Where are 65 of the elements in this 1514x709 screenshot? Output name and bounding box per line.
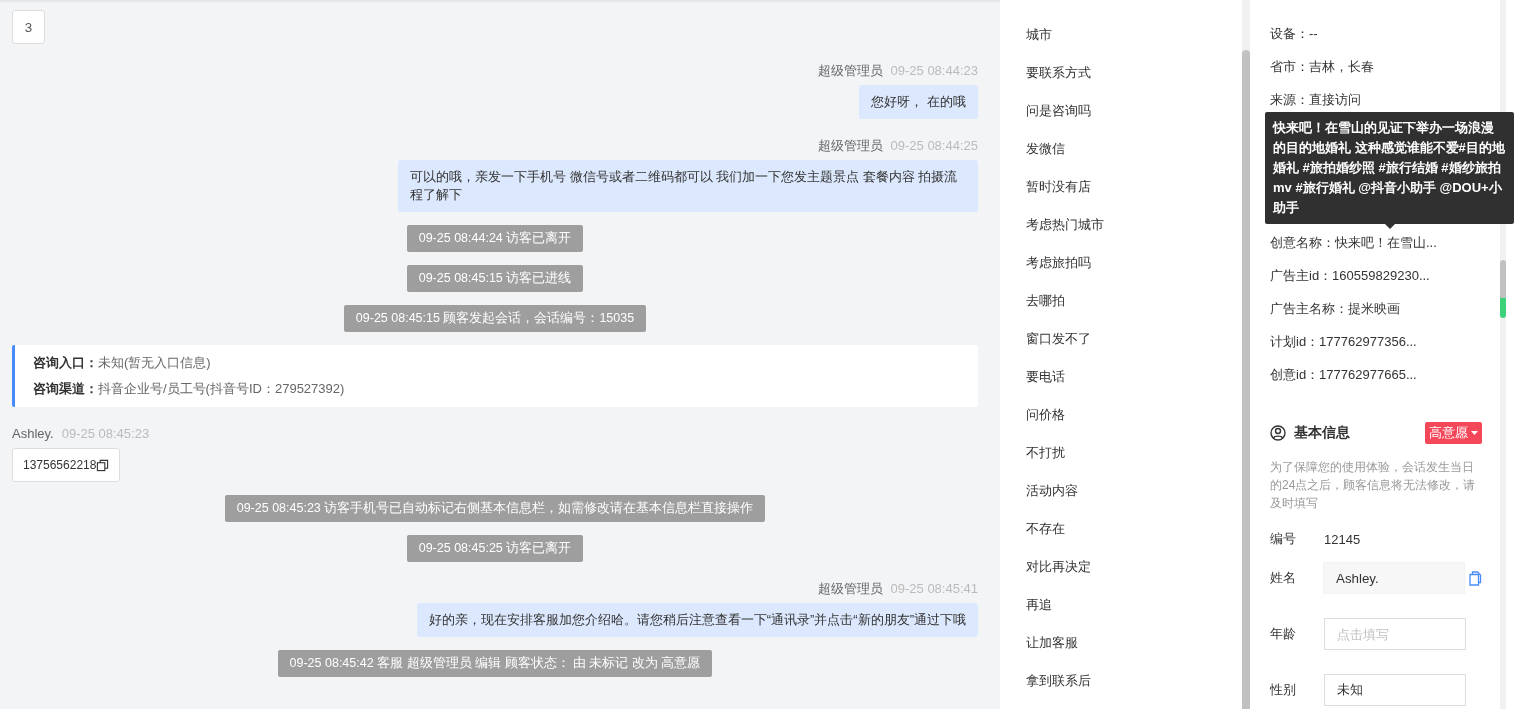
message-bubble: 可以的哦，亲发一下手机号 微信号或者二维码都可以 我们加一下您发主题景点 套餐内容 拍摄流程了解下 xyxy=(398,160,978,212)
message-bubble: 好的亲，现在安排客服加您介绍哈。请您稍后注意查看一下“通讯录”并点击“新的朋友”通过下哦 xyxy=(416,603,978,637)
quick-reply-item[interactable]: 问是咨询吗 xyxy=(1026,102,1242,120)
message-time: 09-25 08:45:41 xyxy=(890,581,978,597)
quick-reply-item[interactable]: 暂时没有店 xyxy=(1026,178,1242,196)
info-line: 设备：-- xyxy=(1270,25,1319,43)
system-notice: 09-25 08:44:24 访客已离开 xyxy=(406,225,584,252)
quick-reply-item[interactable]: 不打扰 xyxy=(1026,444,1242,462)
copy-icon[interactable] xyxy=(96,458,110,472)
info-line: 来源：直接访问 xyxy=(1270,91,1362,109)
field-label: 姓名 xyxy=(1270,569,1297,587)
page-button[interactable]: 3 xyxy=(12,10,45,44)
gender-field[interactable]: 未知 xyxy=(1324,674,1466,706)
caret-icon xyxy=(1471,431,1478,435)
field-value: 12145 xyxy=(1324,531,1361,547)
quick-reply-item[interactable]: 让加客服 xyxy=(1026,634,1242,652)
system-notice: 09-25 08:45:25 访客已离开 xyxy=(406,535,584,562)
quick-reply-item[interactable]: 窗口发不了 xyxy=(1026,330,1242,348)
quick-reply-item[interactable]: 再追 xyxy=(1026,596,1242,614)
info-line: 广告主名称：提米映画 xyxy=(1270,300,1401,318)
message-bubble: 您好呀， 在的哦 xyxy=(859,85,978,119)
quick-reply-item[interactable]: 考虑旅拍吗 xyxy=(1026,254,1242,272)
scrollbar-thumb[interactable] xyxy=(1242,50,1250,709)
message-time: 09-25 08:44:23 xyxy=(890,63,978,79)
info-line: 创意id：177762977665... xyxy=(1270,366,1418,384)
quick-reply-item[interactable]: 不存在 xyxy=(1026,520,1242,538)
sender-name: 超级管理员 xyxy=(817,63,883,79)
source-line: 咨询渠道：抖音企业号/员工号(抖音号ID：279527392) xyxy=(33,381,346,397)
system-notice: 09-25 08:45:23 访客手机号已自动标记右侧基本信息栏，如需修改请在基本信息栏直接操作 xyxy=(224,495,766,522)
sender-name: 超级管理员 xyxy=(817,581,883,597)
sender-name: 超级管理员 xyxy=(817,138,883,154)
user-icon xyxy=(1270,425,1286,441)
notice-text: 为了保障您的使用体验，会话发生当日的24点之后，顾客信息将无法修改，请及时填写 xyxy=(1270,459,1477,512)
quick-reply-item[interactable]: 活动内容 xyxy=(1026,482,1242,500)
section-title: 基本信息 xyxy=(1294,424,1351,442)
tooltip-pointer xyxy=(1384,224,1395,229)
quick-reply-item[interactable]: 考虑热门城市 xyxy=(1026,216,1242,234)
quick-reply-item[interactable]: 拿到联系后 xyxy=(1026,672,1242,690)
age-field[interactable]: 点击填写 xyxy=(1324,618,1466,650)
system-notice: 09-25 08:45:15 访客已进线 xyxy=(406,265,584,292)
tooltip: 快来吧！在雪山的见证下举办一场浪漫的目的地婚礼 这种感觉谁能不爱#目的地婚礼 #旅拍婚纱照 #旅行结婚 #婚纱旅拍mv #旅行婚礼 @抖音小助手 @DOU+小助手 xyxy=(1265,112,1514,224)
field-label: 性别 xyxy=(1270,681,1297,699)
phone-number: 13756562218 xyxy=(23,457,97,473)
quick-reply-item[interactable]: 要电话 xyxy=(1026,368,1242,386)
info-line: 省市：吉林，长春 xyxy=(1270,58,1375,76)
system-notice: 09-25 08:45:42 客服 超级管理员 编辑 顾客状态： 由 未标记 改为 高意愿 xyxy=(277,650,713,677)
quick-reply-item[interactable]: 对比再决定 xyxy=(1026,558,1242,576)
quick-reply-item[interactable]: 要联系方式 xyxy=(1026,64,1242,82)
system-notice: 09-25 08:45:15 顾客发起会话，会话编号：15035 xyxy=(343,305,647,332)
quick-reply-item[interactable]: 去哪拍 xyxy=(1026,292,1242,310)
info-line: 广告主id：160559829230... xyxy=(1270,267,1431,285)
sender-name: Ashley. xyxy=(12,426,54,442)
quick-reply-item[interactable]: 发微信 xyxy=(1026,140,1242,158)
field-label: 年龄 xyxy=(1270,625,1297,643)
scrollbar-thumb[interactable] xyxy=(1500,260,1506,318)
info-line: 创意名称：快来吧！在雪山... xyxy=(1270,234,1438,252)
source-line: 咨询入口：未知(暂无入口信息) xyxy=(33,355,212,371)
message-time: 09-25 08:44:25 xyxy=(890,138,978,154)
quick-reply-item[interactable]: 城市 xyxy=(1026,26,1242,44)
field-label: 编号 xyxy=(1270,530,1297,548)
message-time: 09-25 08:45:23 xyxy=(61,426,150,442)
name-field[interactable]: Ashley. xyxy=(1323,562,1465,594)
intent-tag[interactable]: 高意愿 xyxy=(1425,422,1482,444)
quick-reply-item[interactable]: 问价格 xyxy=(1026,406,1242,424)
info-line: 计划id：177762977356... xyxy=(1270,333,1418,351)
